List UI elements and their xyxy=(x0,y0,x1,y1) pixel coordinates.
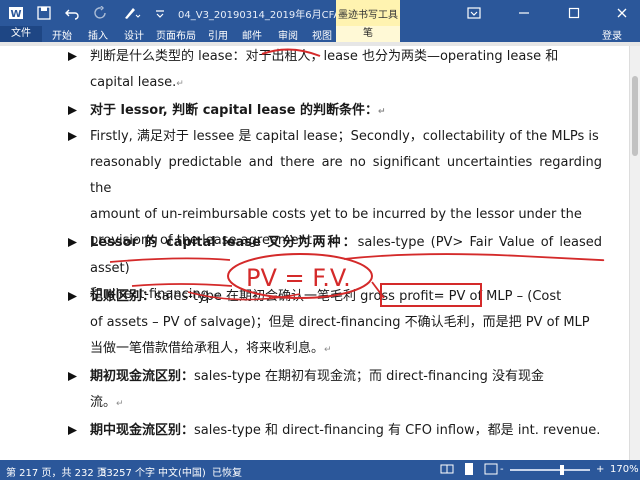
scrollbar-thumb[interactable] xyxy=(632,76,638,156)
zoom-slider-knob[interactable] xyxy=(560,465,564,475)
language-indicator[interactable]: 中文(中国) xyxy=(158,464,206,479)
paragraph-line: reasonably predictable and there are no … xyxy=(90,155,602,196)
paragraph-lead: Lessor 的 capital lease 又分为两种： xyxy=(90,235,358,250)
bullet-icon xyxy=(68,292,77,301)
paragraph-line: sales-type 和 direct-financing 有 CFO infl… xyxy=(194,423,601,438)
tab-insert[interactable]: 插入 xyxy=(88,27,108,42)
bullet-icon xyxy=(68,132,77,141)
list-item: 记账区别：sales-type 在期初会确认一笔毛利 gross profit=… xyxy=(68,284,602,363)
paragraph-line: 对于 lessor, 判断 capital lease 的判断条件： xyxy=(90,103,379,118)
list-item: 对于 lessor, 判断 capital lease 的判断条件：↵ xyxy=(68,98,602,125)
paragraph-line: 当做一笔借款借给承租人，将来收利息。 xyxy=(90,341,325,356)
document-page[interactable]: 判断是什么类型的 lease：对于出租人，lease 也分为两类—operati… xyxy=(0,46,630,460)
svg-text:W: W xyxy=(10,9,21,20)
paragraph-lead: 期中现金流区别： xyxy=(90,423,195,438)
bullet-icon xyxy=(68,238,77,247)
context-group-label: 墨迹书写工具 xyxy=(336,0,400,26)
read-mode-icon[interactable] xyxy=(440,462,454,479)
title-bar: W 04_V3_20190314_2019年6月CFA一级百题预... 墨迹书写… xyxy=(0,0,640,26)
tab-view[interactable]: 视图 xyxy=(312,27,332,42)
tab-mailings[interactable]: 邮件 xyxy=(242,27,262,42)
ribbon-tabs: 文件 开始 插入 设计 页面布局 引用 邮件 审阅 视图 笔 登录 xyxy=(0,26,640,42)
recovered-status: 已恢复 xyxy=(212,468,242,479)
minimize-icon[interactable] xyxy=(506,0,542,26)
web-layout-icon[interactable] xyxy=(484,462,498,479)
ribbon-display-icon[interactable] xyxy=(456,0,492,26)
maximize-icon[interactable] xyxy=(556,0,592,26)
tab-home[interactable]: 开始 xyxy=(52,27,72,42)
paragraph-lead: 记账区别： xyxy=(90,289,156,304)
redo-icon[interactable] xyxy=(90,3,110,23)
print-layout-icon[interactable] xyxy=(462,462,476,479)
customize-icon[interactable] xyxy=(152,3,168,23)
sign-in-link[interactable]: 登录 xyxy=(602,27,622,42)
paragraph-line: capital lease. xyxy=(90,75,177,90)
vertical-scrollbar[interactable] xyxy=(629,46,640,460)
ink-pen-icon[interactable] xyxy=(120,3,144,23)
word-icon: W xyxy=(6,3,26,23)
tab-page-layout[interactable]: 页面布局 xyxy=(156,27,196,42)
paragraph-lead: 期初现金流区别： xyxy=(90,369,195,384)
bullet-icon xyxy=(68,372,77,381)
save-icon[interactable] xyxy=(34,3,54,23)
status-bar: 第 217 页，共 232 页 33257 个字 中文(中国) 已恢复 - + … xyxy=(0,460,640,480)
paragraph-line: of assets – PV of salvage)；但是 direct-fin… xyxy=(90,315,590,330)
paragraph-line: sales-type 在期初会确认一笔毛利 gross profit= PV o… xyxy=(155,289,562,304)
zoom-in-button[interactable]: + xyxy=(596,464,604,475)
tab-file[interactable]: 文件 xyxy=(0,26,42,42)
word-count[interactable]: 33257 个字 xyxy=(100,464,155,479)
tab-references[interactable]: 引用 xyxy=(208,27,228,42)
tab-review[interactable]: 审阅 xyxy=(278,27,298,42)
bullet-icon xyxy=(68,52,77,61)
bullet-icon xyxy=(68,426,77,435)
page-count[interactable]: 第 217 页，共 232 页 xyxy=(6,464,107,479)
close-icon[interactable] xyxy=(604,0,640,26)
paragraph-line: Firstly, 满足对于 lessee 是 capital lease；Sec… xyxy=(90,129,599,144)
tab-pen[interactable]: 笔 xyxy=(336,26,400,42)
zoom-out-button[interactable]: - xyxy=(500,464,504,475)
paragraph-line: amount of un-reimbursable costs yet to b… xyxy=(90,207,582,222)
zoom-level[interactable]: 170% xyxy=(610,464,639,475)
bullet-icon xyxy=(68,106,77,115)
list-item: 判断是什么类型的 lease：对于出租人，lease 也分为两类—operati… xyxy=(68,46,602,97)
undo-icon[interactable] xyxy=(62,3,82,23)
zoom-slider[interactable] xyxy=(510,469,590,471)
paragraph-line: sales-type 在期初有现金流；而 direct-financing 没有… xyxy=(194,369,545,384)
list-item: 期中现金流区别：sales-type 和 direct-financing 有 … xyxy=(68,418,602,444)
tab-design[interactable]: 设计 xyxy=(124,27,144,42)
paragraph-line: 流。 xyxy=(90,395,117,410)
list-item: 期初现金流区别：sales-type 在期初有现金流；而 direct-fina… xyxy=(68,364,602,417)
paragraph-line: 判断是什么类型的 lease：对于出租人，lease 也分为两类—operati… xyxy=(90,49,559,64)
